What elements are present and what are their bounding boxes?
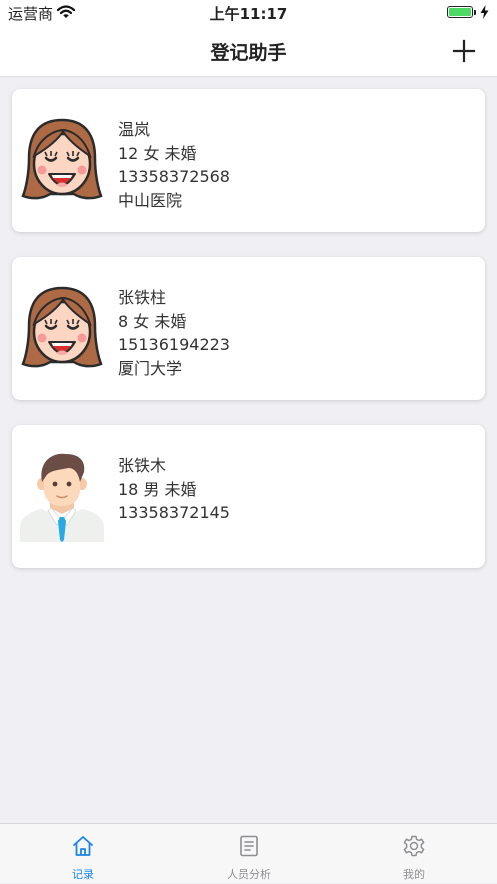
record-phone: 13358372145 — [118, 503, 230, 522]
record-organization: 厦门大学 — [118, 358, 183, 378]
record-details: 12 女 未婚 — [118, 143, 197, 163]
status-time: 上午11:17 — [209, 5, 288, 23]
tab-label: 我的 — [403, 868, 425, 881]
record-name: 温岚 — [118, 120, 151, 139]
male-avatar — [20, 450, 104, 542]
status-bar: 运营商 上午11:17 — [0, 0, 497, 26]
tab-label: 记录 — [72, 868, 94, 881]
tab-analysis[interactable]: 人员分析 — [166, 824, 332, 884]
record-name: 张铁柱 — [118, 288, 167, 307]
record-card[interactable]: 张铁柱 8 女 未婚 15136194223 厦门大学 — [12, 257, 485, 400]
home-icon — [73, 836, 93, 856]
add-record-button[interactable] — [449, 36, 479, 66]
document-icon — [240, 835, 258, 857]
tab-label: 人员分析 — [227, 868, 271, 881]
female-avatar — [20, 282, 104, 374]
navigation-bar: 登记助手 — [0, 26, 497, 77]
tab-me[interactable]: 我的 — [331, 824, 497, 884]
record-phone: 13358372568 — [118, 167, 230, 186]
record-phone: 15136194223 — [118, 335, 230, 354]
record-details: 18 男 未婚 — [118, 479, 197, 499]
tab-records[interactable]: 记录 — [0, 824, 166, 884]
battery-icon — [447, 5, 489, 19]
record-details: 8 女 未婚 — [118, 311, 187, 331]
record-organization: 中山医院 — [118, 190, 183, 210]
record-name: 张铁木 — [118, 456, 167, 475]
tab-bar: 记录 人员分析 我的 — [0, 823, 497, 883]
female-avatar — [20, 114, 104, 206]
gear-icon — [403, 835, 425, 857]
record-card[interactable]: 张铁木 18 男 未婚 13358372145 — [12, 425, 485, 568]
page-title: 登记助手 — [210, 42, 287, 64]
charging-bolt-icon — [480, 5, 489, 19]
record-card[interactable]: 温岚 12 女 未婚 13358372568 中山医院 — [12, 89, 485, 232]
plus-icon — [452, 39, 476, 63]
